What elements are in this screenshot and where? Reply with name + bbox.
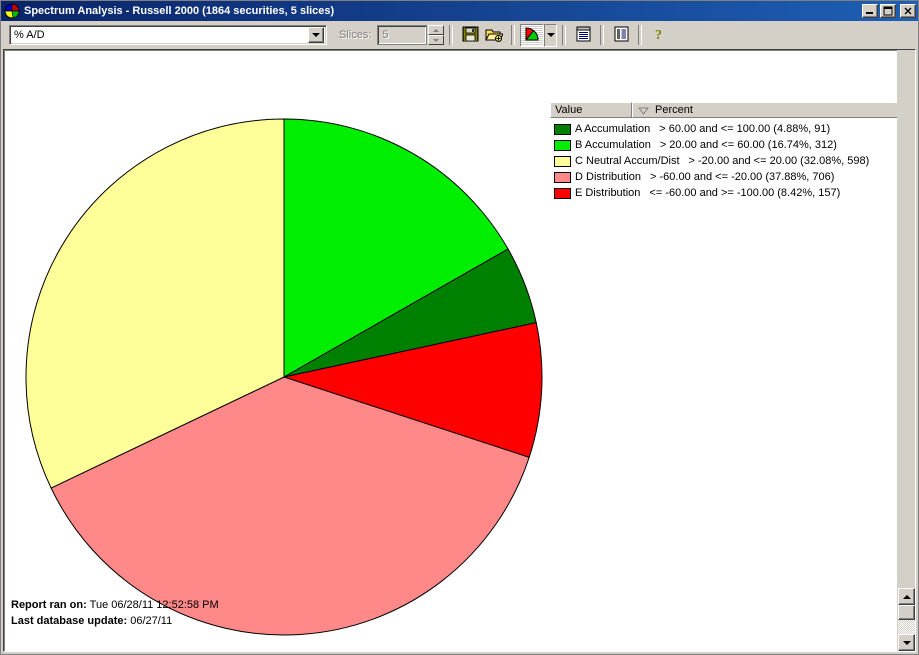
chart-type-button[interactable] (520, 23, 545, 47)
help-button[interactable]: ? (647, 24, 671, 47)
legend-rows: A Accumulation > 60.00 and <= 100.00 (4.8… (550, 121, 915, 201)
toolbar-separator (562, 25, 567, 45)
close-button[interactable] (900, 4, 916, 18)
toolbar: % A/D Slices: 5 ? (1, 21, 918, 49)
window-title: Spectrum Analysis - Russell 2000 (1864 s… (24, 5, 335, 17)
report-pane: Value Percent A Accumulation > 60.00 and … (3, 49, 916, 652)
toolbar-separator (511, 25, 516, 45)
scrollbar-track-lower[interactable] (898, 620, 915, 634)
toolbar-separator (449, 25, 454, 45)
chevron-down-icon[interactable] (308, 27, 324, 43)
scroll-down-button[interactable] (898, 634, 915, 651)
application-window: Spectrum Analysis - Russell 2000 (1864 s… (0, 0, 919, 655)
scrollbar-thumb[interactable] (898, 605, 915, 620)
legend-row[interactable]: A Accumulation > 60.00 and <= 100.00 (4.8… (550, 121, 915, 137)
legend-row-description: > 20.00 and <= 60.00 (16.74%, 312) (659, 139, 837, 151)
legend-row[interactable]: D Distribution > -60.00 and <= -20.00 (37… (550, 169, 915, 185)
window-controls (862, 4, 916, 18)
legend-row-description: <= -60.00 and >= -100.00 (8.42%, 157) (649, 187, 841, 199)
indicator-select[interactable]: % A/D (9, 25, 327, 45)
pie-chart-icon (4, 3, 20, 19)
client-area: Value Percent A Accumulation > 60.00 and … (1, 49, 918, 654)
legend-row-name: E Distribution (575, 187, 641, 199)
svg-text:?: ? (655, 28, 662, 42)
legend-color-swatch (554, 139, 571, 151)
title-bar: Spectrum Analysis - Russell 2000 (1864 s… (1, 1, 918, 21)
legend-color-swatch (554, 187, 571, 199)
floppy-disk-icon (462, 26, 479, 45)
slices-label: Slices: (339, 29, 372, 41)
legend-row[interactable]: C Neutral Accum/Dist > -20.00 and <= 20.0… (550, 153, 915, 169)
last-update-value: 06/27/11 (130, 615, 173, 627)
minimize-button[interactable] (862, 4, 878, 18)
question-mark-icon: ? (652, 26, 666, 45)
scrollbar-track-upper[interactable] (898, 50, 915, 588)
list-view-button[interactable] (571, 24, 595, 47)
legend: Value Percent A Accumulation > 60.00 and … (550, 102, 915, 201)
slices-stepper-up[interactable] (428, 25, 445, 35)
chart-type-dropdown[interactable] (544, 23, 558, 47)
legend-color-swatch (554, 155, 571, 167)
legend-color-swatch (554, 123, 571, 135)
legend-column-percent[interactable]: Percent (632, 102, 915, 118)
slices-input[interactable]: 5 (377, 25, 428, 45)
report-ran-value: Tue 06/28/11 12:52:58 PM (89, 599, 219, 611)
legend-row[interactable]: E Distribution <= -60.00 and >= -100.00 (… (550, 185, 915, 201)
pie-chart-icon (524, 26, 541, 45)
report-view-icon (614, 26, 629, 45)
legend-row-description: > 60.00 and <= 100.00 (4.88%, 91) (659, 123, 831, 135)
legend-column-value[interactable]: Value (550, 102, 632, 118)
legend-row-description: > -20.00 and <= 20.00 (32.08%, 598) (688, 155, 870, 167)
legend-row[interactable]: B Accumulation > 20.00 and <= 60.00 (16.7… (550, 137, 915, 153)
toolbar-separator (638, 25, 643, 45)
vertical-scrollbar[interactable] (897, 50, 915, 651)
legend-header: Value Percent (550, 102, 915, 118)
legend-row-name: B Accumulation (575, 139, 651, 151)
legend-row-name: A Accumulation (575, 123, 651, 135)
report-view-button[interactable] (609, 24, 633, 47)
open-button[interactable] (482, 24, 506, 47)
report-footer: Report ran on: Tue 06/28/11 12:52:58 PM … (11, 597, 219, 629)
toolbar-separator (600, 25, 605, 45)
list-view-icon (576, 26, 591, 45)
slices-stepper[interactable] (428, 25, 445, 45)
open-folder-icon (485, 26, 505, 45)
maximize-button[interactable] (880, 4, 896, 18)
last-update-label: Last database update: (11, 615, 128, 627)
report-ran-label: Report ran on: (11, 599, 87, 611)
scroll-up-button[interactable] (898, 588, 915, 605)
legend-color-swatch (554, 171, 571, 183)
legend-row-name: D Distribution (575, 171, 642, 183)
indicator-select-value: % A/D (14, 29, 45, 41)
legend-row-description: > -60.00 and <= -20.00 (37.88%, 706) (650, 171, 835, 183)
pie-chart-svg (25, 118, 543, 636)
sort-descending-icon (638, 106, 649, 115)
save-button[interactable] (458, 24, 482, 47)
report-ran-line: Report ran on: Tue 06/28/11 12:52:58 PM (11, 597, 219, 613)
legend-column-percent-label: Percent (655, 104, 693, 116)
legend-row-name: C Neutral Accum/Dist (575, 155, 680, 167)
slices-stepper-down[interactable] (428, 35, 445, 45)
pie-chart (24, 116, 544, 636)
last-update-line: Last database update: 06/27/11 (11, 613, 219, 629)
